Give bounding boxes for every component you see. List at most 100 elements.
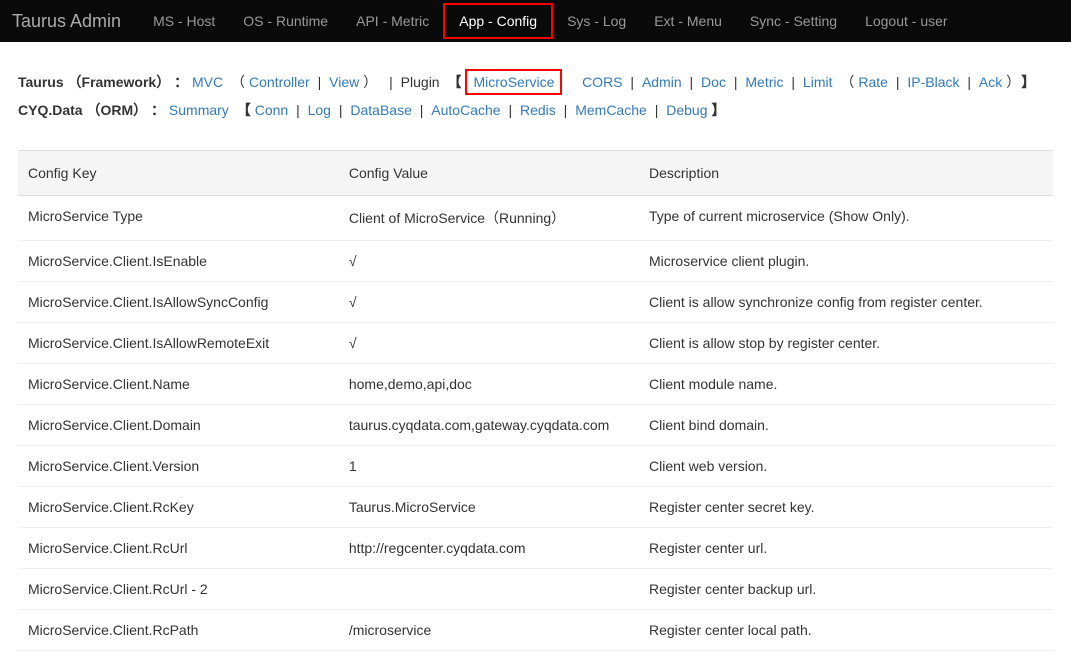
link-cors[interactable]: CORS — [582, 74, 622, 90]
link-summary[interactable]: Summary — [169, 102, 229, 118]
link-metric[interactable]: Metric — [745, 74, 783, 90]
cell-value: /microservice — [339, 610, 639, 651]
table-row: MicroService.Client.RcUrl - 2 Register ce… — [18, 569, 1053, 610]
separator: | — [655, 102, 663, 118]
link-admin[interactable]: Admin — [642, 74, 682, 90]
breadcrumb2-prefix: CYQ.Data （ORM） ： — [18, 102, 165, 118]
cell-key: MicroService.Client.RcPath — [18, 610, 339, 651]
navbar-item-app-config[interactable]: App - Config — [443, 3, 553, 39]
bracket-close: 】 — [1021, 74, 1035, 90]
link-mvc[interactable]: MVC — [192, 74, 223, 90]
navbar-item-ms-host[interactable]: MS - Host — [139, 3, 229, 39]
table-row: MicroService.Client.IsAllowRemoteExit√Cl… — [18, 323, 1053, 364]
cell-desc: Register center url. — [639, 528, 1053, 569]
cell-key: MicroService.Client.RcKey — [18, 487, 339, 528]
th-config-key: Config Key — [18, 151, 339, 196]
link-doc[interactable]: Doc — [701, 74, 726, 90]
cell-key: MicroService.Client.Domain — [18, 405, 339, 446]
th-config-value: Config Value — [339, 151, 639, 196]
separator: | — [389, 74, 397, 90]
cell-desc: Client web version. — [639, 446, 1053, 487]
cell-key: MicroService.Client.RcUrl — [18, 528, 339, 569]
navbar-items: MS - HostOS - RuntimeAPI - MetricApp - C… — [139, 3, 962, 39]
cell-desc: Client is allow synchronize config from … — [639, 282, 1053, 323]
table-row: MicroService.Client.RcPath/microserviceR… — [18, 610, 1053, 651]
cell-key: MicroService.Client.RcUrl - 2 — [18, 569, 339, 610]
cell-value: √ — [339, 323, 639, 364]
cell-desc: Client is allow stop by register center. — [639, 323, 1053, 364]
link-controller[interactable]: Controller — [249, 74, 310, 90]
cell-desc: Register center backup url. — [639, 569, 1053, 610]
breadcrumb1-prefix: Taurus （Framework） ： — [18, 74, 188, 90]
link-rate[interactable]: Rate — [858, 74, 888, 90]
link-log[interactable]: Log — [308, 102, 331, 118]
cell-desc: Client module name. — [639, 364, 1053, 405]
separator: | — [630, 74, 638, 90]
separator: | — [508, 102, 516, 118]
cell-value: http://regcenter.cyqdata.com — [339, 528, 639, 569]
navbar-item-api-metric[interactable]: API - Metric — [342, 3, 443, 39]
cell-value: Client of MicroService（Running） — [339, 196, 639, 241]
cell-value: Taurus.MicroService — [339, 487, 639, 528]
separator: | — [690, 74, 698, 90]
cell-desc: Register center local path. — [639, 610, 1053, 651]
table-row: MicroService TypeClient of MicroService（… — [18, 196, 1053, 241]
link-conn[interactable]: Conn — [255, 102, 288, 118]
link-ipblack[interactable]: IP-Black — [907, 74, 959, 90]
top-navbar: Taurus Admin MS - HostOS - RuntimeAPI - … — [0, 0, 1071, 42]
navbar-item-sync-setting[interactable]: Sync - Setting — [736, 3, 851, 39]
link-database[interactable]: DataBase — [350, 102, 411, 118]
cell-value: 1 — [339, 446, 639, 487]
th-description: Description — [639, 151, 1053, 196]
link-view[interactable]: View — [329, 74, 359, 90]
link-redis[interactable]: Redis — [520, 102, 556, 118]
separator: | — [564, 102, 572, 118]
cell-key: MicroService.Client.Version — [18, 446, 339, 487]
cell-desc: Type of current microservice (Show Only)… — [639, 196, 1053, 241]
separator — [570, 74, 578, 90]
separator: | — [318, 74, 326, 90]
cell-key: MicroService Type — [18, 196, 339, 241]
bracket-open: 【 — [447, 74, 461, 90]
separator: | — [967, 74, 975, 90]
cell-value: home,demo,api,doc — [339, 364, 639, 405]
link-microservice[interactable]: MicroService — [465, 69, 562, 95]
link-memcache[interactable]: MemCache — [575, 102, 647, 118]
separator: | — [896, 74, 904, 90]
paren-close: ） — [1006, 74, 1013, 90]
paren-open: （ — [231, 74, 245, 90]
link-limit[interactable]: Limit — [803, 74, 833, 90]
config-table-body: MicroService TypeClient of MicroService（… — [18, 196, 1053, 651]
bracket-close: 】 — [711, 102, 725, 118]
cell-desc: Client bind domain. — [639, 405, 1053, 446]
navbar-item-ext-menu[interactable]: Ext - Menu — [640, 3, 736, 39]
separator: | — [296, 102, 304, 118]
cell-key: MicroService.Client.IsAllowSyncConfig — [18, 282, 339, 323]
link-debug[interactable]: Debug — [666, 102, 707, 118]
breadcrumb-orm: CYQ.Data （ORM） ： Summary 【Conn | Log | D… — [18, 100, 1053, 120]
navbar-brand: Taurus Admin — [12, 11, 121, 32]
config-table: Config Key Config Value Description Micr… — [18, 151, 1053, 651]
table-row: MicroService.Client.RcKeyTaurus.MicroSer… — [18, 487, 1053, 528]
navbar-item-os-runtime[interactable]: OS - Runtime — [229, 3, 342, 39]
table-row: MicroService.Client.Version1Client web v… — [18, 446, 1053, 487]
cell-key: MicroService.Client.IsEnable — [18, 241, 339, 282]
table-row: MicroService.Client.IsEnable√Microservic… — [18, 241, 1053, 282]
separator: | — [734, 74, 742, 90]
paren-close: ） — [363, 74, 377, 90]
cell-desc: Microservice client plugin. — [639, 241, 1053, 282]
table-row: MicroService.Client.Domaintaurus.cyqdata… — [18, 405, 1053, 446]
table-row: MicroService.Client.IsAllowSyncConfig√Cl… — [18, 282, 1053, 323]
cell-value: √ — [339, 241, 639, 282]
cell-value — [339, 569, 639, 610]
navbar-item-logout-user[interactable]: Logout - user — [851, 3, 962, 39]
cell-value: taurus.cyqdata.com,gateway.cyqdata.com — [339, 405, 639, 446]
cell-value: √ — [339, 282, 639, 323]
navbar-item-sys-log[interactable]: Sys - Log — [553, 3, 640, 39]
cell-key: MicroService.Client.Name — [18, 364, 339, 405]
cell-desc: Register center secret key. — [639, 487, 1053, 528]
table-row: MicroService.Client.Namehome,demo,api,do… — [18, 364, 1053, 405]
link-autocache[interactable]: AutoCache — [431, 102, 500, 118]
separator: | — [339, 102, 347, 118]
link-ack[interactable]: Ack — [979, 74, 1002, 90]
